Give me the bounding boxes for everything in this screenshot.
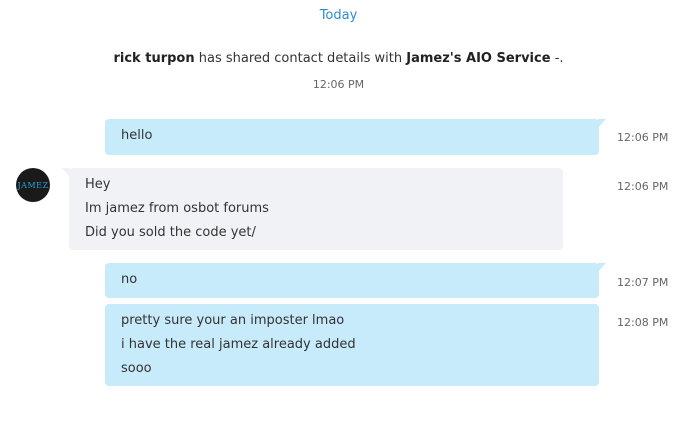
message-time: 12:06 PM	[617, 131, 669, 144]
message-text: Hey	[85, 177, 111, 192]
system-actor[interactable]: rick turpon	[113, 51, 194, 66]
bubble-tail	[598, 119, 606, 128]
contact-avatar[interactable]: JAMEZ	[16, 168, 50, 202]
day-divider: Today	[319, 8, 358, 23]
system-message-time: 12:06 PM	[312, 78, 365, 91]
avatar-text: JAMEZ	[17, 180, 49, 190]
message-text: no	[121, 272, 138, 287]
bubble-tail	[598, 263, 606, 272]
message-text: i have the real jamez already added	[121, 337, 356, 352]
message-text: sooo	[121, 361, 152, 376]
message-text: Did you sold the code yet/	[85, 225, 256, 240]
message-text: pretty sure your an imposter lmao	[121, 313, 345, 328]
system-suffix: -.	[554, 51, 564, 66]
message-bubble-outgoing[interactable]: no	[105, 263, 606, 298]
message-time: 12:06 PM	[617, 180, 669, 193]
message-time: 12:08 PM	[617, 316, 669, 329]
system-target[interactable]: Jamez's AIO Service	[406, 51, 550, 66]
system-message: rick turpon has shared contact details w…	[0, 51, 677, 66]
message-text: Im jamez from osbot forums	[85, 201, 269, 216]
message-text: hello	[121, 128, 153, 143]
system-action: has shared contact details with	[198, 51, 403, 66]
message-bubble-incoming[interactable]: Hey Im jamez from osbot forums Did you s…	[62, 168, 563, 250]
bubble-tail	[62, 168, 70, 177]
message-bubble-outgoing[interactable]: hello	[105, 119, 606, 155]
message-bubble-outgoing[interactable]: pretty sure your an imposter lmao i have…	[105, 304, 599, 386]
message-time: 12:07 PM	[617, 276, 669, 289]
